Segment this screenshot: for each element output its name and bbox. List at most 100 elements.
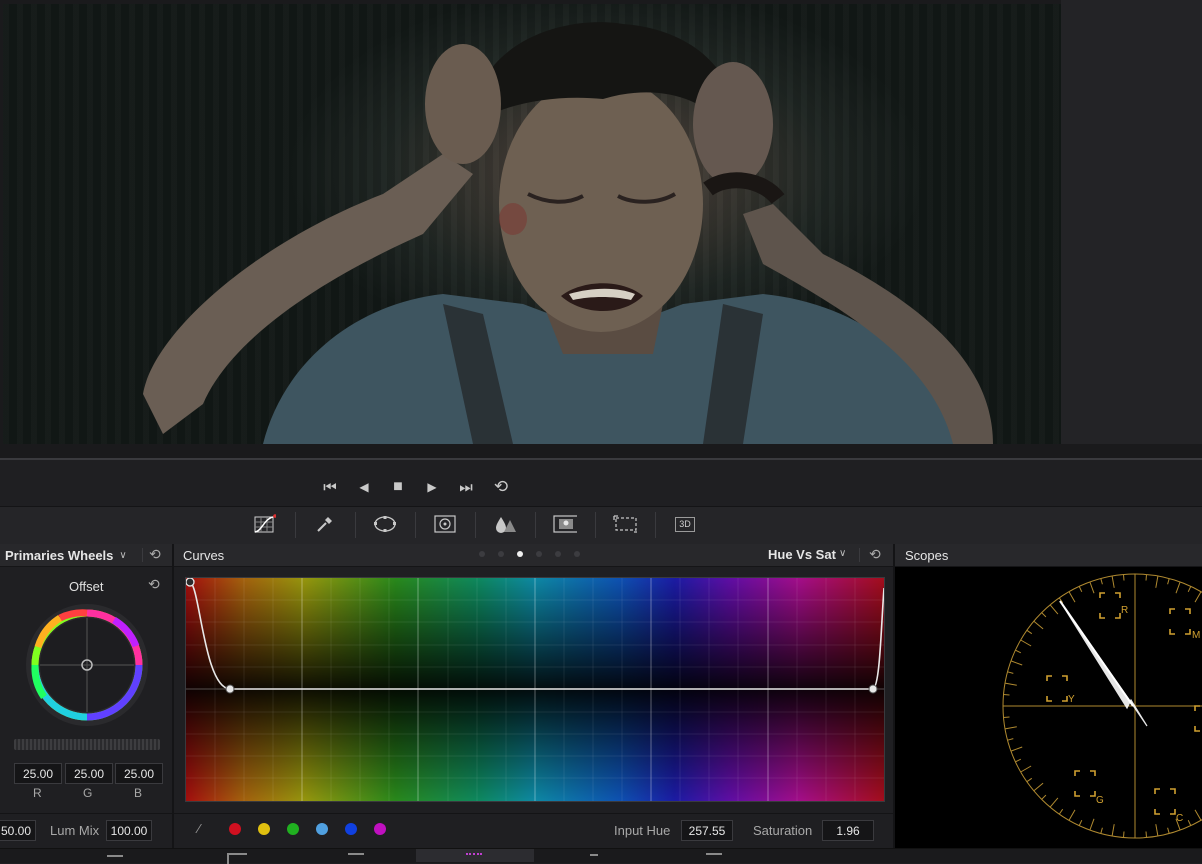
key-tool-button[interactable]: [553, 513, 577, 535]
scope-tick: [1033, 620, 1044, 630]
scope-tick: [1003, 716, 1010, 718]
scope-tick: [1010, 746, 1023, 752]
target-m: M: [1192, 630, 1200, 641]
sizing-tool-button[interactable]: [613, 513, 637, 535]
offset-b-field[interactable]: 25.00: [115, 763, 163, 784]
play-icon: ▶: [427, 480, 437, 494]
last-frame-button[interactable]: ⏭: [454, 478, 478, 496]
offset-color-wheel[interactable]: [24, 602, 150, 728]
qualifier-icon: [317, 517, 332, 532]
chevron-down-icon[interactable]: ∨: [839, 548, 846, 559]
eyedropper-icon[interactable]: ⁄: [198, 821, 200, 836]
curves-title: Curves: [183, 547, 225, 563]
reset-icon[interactable]: ⟲: [869, 546, 881, 563]
3d-tool-button[interactable]: 3D: [673, 513, 697, 535]
palette-toolbar: [0, 506, 1202, 545]
scope-tick: [1058, 808, 1064, 815]
offset-r-field[interactable]: 25.00: [14, 763, 62, 784]
scope-tick: [1049, 797, 1059, 808]
skip-forward-icon: ⏭: [459, 478, 473, 496]
red-swatch[interactable]: [229, 823, 241, 835]
master-wheel-slider[interactable]: [14, 739, 160, 750]
scope-tick: [1187, 819, 1192, 826]
3d-icon: 3D: [675, 516, 695, 532]
left-value-field[interactable]: 50.00: [0, 820, 36, 841]
first-frame-button[interactable]: ⏮: [318, 478, 342, 496]
cut-icon[interactable]: [227, 853, 247, 864]
color-icon[interactable]: [466, 853, 482, 864]
loop-icon: ⟲: [493, 477, 509, 496]
chevron-down-icon[interactable]: ∨: [119, 550, 126, 561]
page-dot[interactable]: [555, 551, 561, 557]
lum-mix-label: Lum Mix: [50, 823, 100, 838]
scope-tick: [1049, 604, 1059, 615]
scope-tick: [1167, 578, 1170, 585]
scope-tick: [1100, 827, 1103, 834]
scope-tick: [1015, 758, 1022, 763]
scope-tick: [1167, 827, 1170, 834]
target-c: C: [1176, 813, 1183, 824]
green-swatch[interactable]: [287, 823, 299, 835]
key-icon: [553, 515, 577, 533]
scopes-header: Scopes: [895, 544, 1202, 567]
blur-tool-button[interactable]: [493, 513, 517, 535]
input-hue-field[interactable]: 257.55: [681, 820, 733, 841]
scope-tick: [1068, 591, 1076, 603]
scope-tick: [1078, 819, 1083, 826]
curves-icon: [254, 514, 276, 533]
reverse-button[interactable]: ◀: [355, 478, 373, 496]
offset-g-field[interactable]: 25.00: [65, 763, 113, 784]
play-button[interactable]: ▶: [423, 478, 441, 496]
scope-tick: [1194, 591, 1202, 603]
fairlight-icon[interactable]: [590, 854, 598, 864]
window-tool-button[interactable]: [373, 513, 397, 535]
scope-tick: [1187, 586, 1192, 593]
scope-tick: [1010, 660, 1023, 666]
page-dot[interactable]: [536, 551, 542, 557]
lum-mix-field[interactable]: 100.00: [106, 820, 152, 841]
curves-tool-button[interactable]: [253, 513, 277, 535]
deliver-icon[interactable]: [706, 853, 722, 864]
stop-button[interactable]: ■: [389, 478, 407, 496]
scope-tick: [1089, 818, 1095, 831]
primaries-mode-title[interactable]: Primaries Wheels: [5, 548, 113, 563]
blue-swatch[interactable]: [345, 823, 357, 835]
viewer-side-pane: [1061, 0, 1202, 444]
tracker-icon: [434, 515, 456, 533]
reverse-icon: ◀: [359, 480, 369, 494]
target-y: Y: [1068, 694, 1075, 705]
scope-tick: [1123, 574, 1125, 581]
scope-tick: [1145, 831, 1147, 838]
page-nav-bar: [0, 848, 1202, 863]
page-dot[interactable]: [479, 551, 485, 557]
yellow-swatch[interactable]: [258, 823, 270, 835]
scope-tick: [1015, 649, 1022, 654]
loop-button[interactable]: ⟲: [489, 477, 513, 496]
video-frame[interactable]: [3, 4, 1061, 444]
wheel-label: Offset: [69, 579, 104, 594]
page-dot[interactable]: [574, 551, 580, 557]
wheel-reset-icon[interactable]: ⟲: [148, 576, 160, 593]
scope-tick: [1020, 765, 1032, 773]
media-icon[interactable]: [107, 855, 123, 864]
magenta-swatch[interactable]: [374, 823, 386, 835]
target-r: R: [1121, 605, 1128, 616]
scope-tick: [1004, 682, 1017, 686]
scope-tick: [1041, 612, 1047, 618]
scope-tick: [1145, 574, 1147, 581]
scope-tick: [1089, 581, 1095, 594]
curves-mode-dropdown[interactable]: Hue Vs Sat: [768, 547, 836, 562]
reset-icon[interactable]: ⟲: [149, 546, 161, 563]
window-icon: [374, 516, 396, 532]
hue-vs-sat-graph[interactable]: [185, 577, 885, 802]
tracker-tool-button[interactable]: [433, 513, 457, 535]
page-dot[interactable]: [498, 551, 504, 557]
qualifier-tool-button[interactable]: [313, 513, 337, 535]
saturation-field[interactable]: 1.96: [822, 820, 874, 841]
target-g: G: [1096, 795, 1104, 806]
fusion-icon[interactable]: [348, 853, 364, 864]
vectorscope[interactable]: R M Y G C: [895, 567, 1202, 848]
primaries-header: Primaries Wheels ∨ ⟲: [0, 544, 172, 567]
cyan-swatch[interactable]: [316, 823, 328, 835]
page-dot-active[interactable]: [517, 551, 523, 557]
